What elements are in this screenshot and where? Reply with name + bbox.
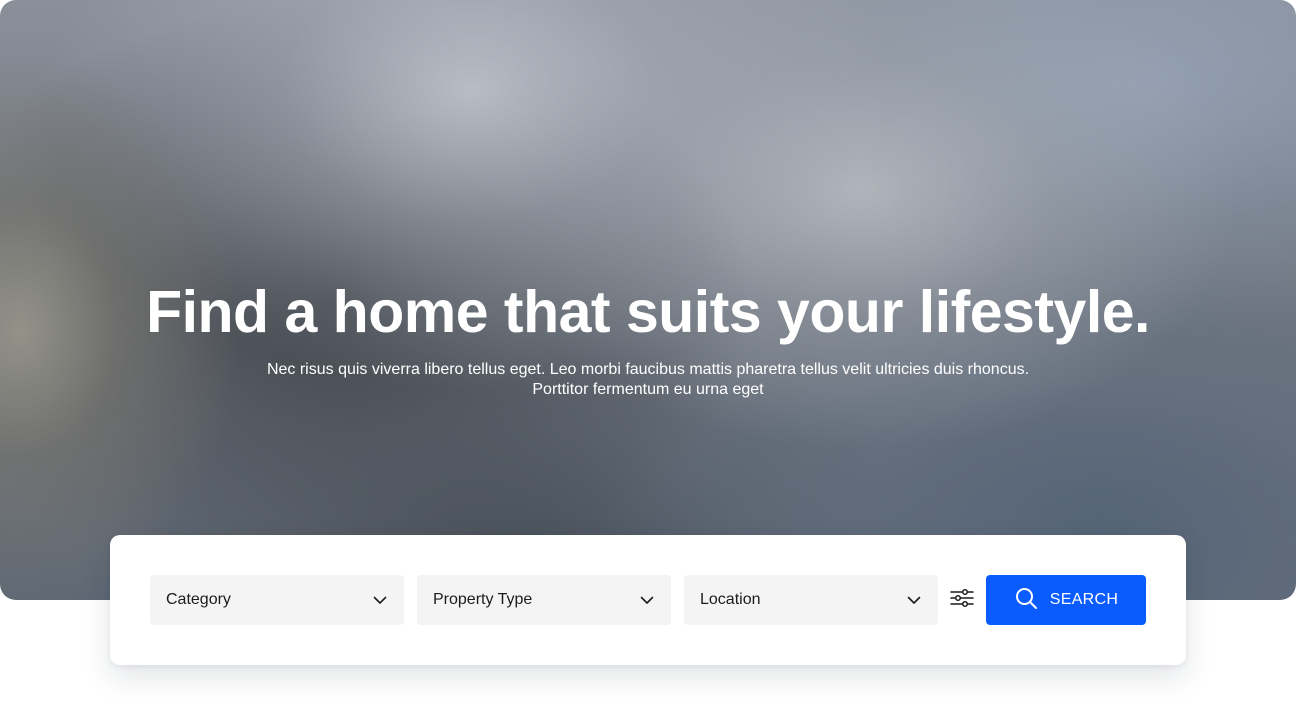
advanced-filters-button[interactable] (948, 588, 976, 612)
chevron-down-icon (372, 592, 388, 608)
location-select-label: Location (700, 591, 761, 608)
sliders-icon (950, 588, 974, 613)
search-button-label: SEARCH (1049, 591, 1119, 608)
property-type-select[interactable]: Property Type (417, 575, 671, 625)
hero-banner: Find a home that suits your lifestyle. N… (0, 0, 1296, 600)
hero-title: Find a home that suits your lifestyle. (146, 279, 1150, 345)
category-select-label: Category (166, 591, 231, 608)
property-type-select-label: Property Type (433, 591, 533, 608)
search-panel: Category Property Type Location SEARCH (110, 535, 1186, 665)
search-button[interactable]: SEARCH (986, 575, 1146, 625)
location-select[interactable]: Location (684, 575, 938, 625)
category-select[interactable]: Category (150, 575, 404, 625)
search-icon (1014, 586, 1038, 615)
page: Find a home that suits your lifestyle. N… (0, 0, 1296, 725)
chevron-down-icon (639, 592, 655, 608)
chevron-down-icon (906, 592, 922, 608)
hero-subtitle: Nec risus quis viverra libero tellus ege… (266, 361, 1030, 398)
